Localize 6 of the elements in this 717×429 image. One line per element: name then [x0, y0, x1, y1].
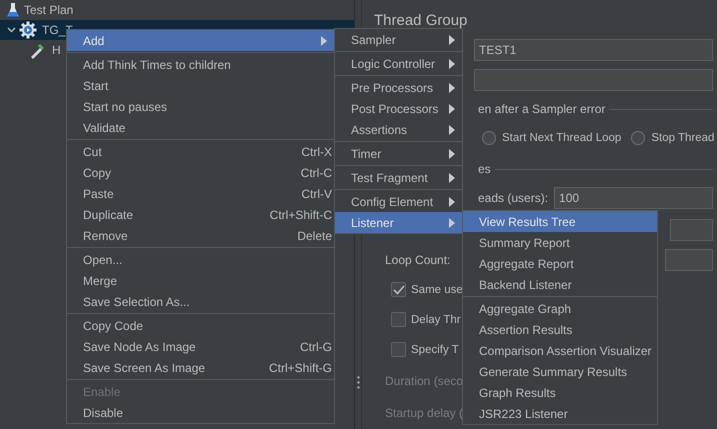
field-label: eads (users):: [478, 190, 548, 205]
field-label: Duration (seco: [384, 373, 464, 390]
section-legend: en after a Sampler error: [478, 102, 606, 116]
section-legend: es: [478, 162, 491, 176]
field-label: Loop Count:: [385, 252, 450, 267]
panel-title: Thread Group: [374, 12, 468, 31]
